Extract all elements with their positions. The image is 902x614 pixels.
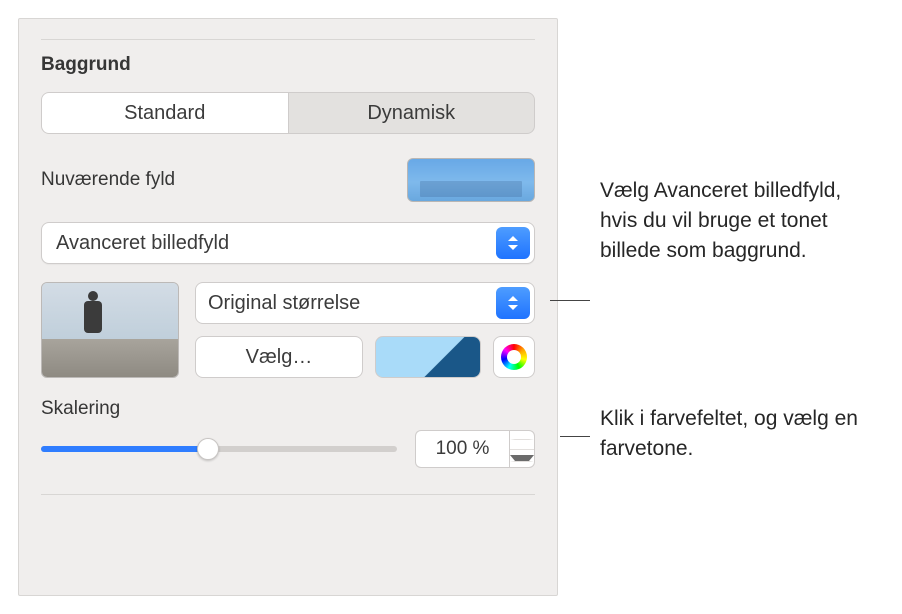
chevron-up-icon [510, 439, 534, 440]
image-well[interactable] [41, 282, 179, 378]
scaling-row: 100 % [41, 430, 535, 468]
current-fill-row: Nuværende fyld [41, 158, 535, 202]
image-settings-row: Original størrelse Vælg… [41, 282, 535, 378]
callout-color-well: Klik i farvefeltet, og vælg en farvetone… [600, 404, 880, 464]
background-mode-segmented: Standard Dynamisk [41, 92, 535, 134]
scaling-label: Skalering [41, 398, 535, 420]
scale-mode-popup[interactable]: Original størrelse [195, 282, 535, 324]
slider-fill [41, 446, 208, 452]
stepper-down-button[interactable] [510, 450, 534, 468]
section-title-background: Baggrund [41, 54, 535, 76]
fill-type-popup[interactable]: Avanceret billedfyld [41, 222, 535, 264]
updown-caret-icon [496, 287, 530, 319]
tint-color-well[interactable] [375, 336, 481, 378]
stepper-buttons [509, 430, 535, 468]
choose-image-button[interactable]: Vælg… [195, 336, 363, 378]
callout-fill-type: Vælg Avanceret billedfyld, hvis du vil b… [600, 176, 880, 265]
image-controls: Original størrelse Vælg… [195, 282, 535, 378]
color-picker-button[interactable] [493, 336, 535, 378]
scaling-stepper: 100 % [415, 430, 535, 468]
updown-caret-icon [496, 227, 530, 259]
fill-type-value: Avanceret billedfyld [56, 232, 229, 255]
current-fill-label: Nuværende fyld [41, 169, 175, 191]
choose-button-label: Vælg… [246, 346, 313, 369]
current-fill-thumbnail[interactable] [407, 158, 535, 202]
slider-thumb[interactable] [197, 438, 219, 460]
segment-standard-label: Standard [124, 102, 205, 125]
segment-dynamic-label: Dynamisk [367, 102, 455, 125]
divider-bottom [41, 494, 535, 495]
color-wheel-icon [501, 344, 527, 370]
scale-mode-value: Original størrelse [208, 292, 360, 315]
stepper-up-button[interactable] [510, 431, 534, 450]
divider-top [41, 39, 535, 40]
choose-and-color-row: Vælg… [195, 336, 535, 378]
callout-leader-2 [560, 436, 590, 437]
background-panel: Baggrund Standard Dynamisk Nuværende fyl… [18, 18, 558, 596]
chevron-down-icon [510, 455, 534, 462]
scaling-field[interactable]: 100 % [415, 430, 509, 468]
scaling-value: 100 % [436, 438, 490, 460]
scaling-slider[interactable] [41, 433, 397, 465]
segment-standard[interactable]: Standard [41, 92, 289, 134]
segment-dynamic[interactable]: Dynamisk [289, 92, 536, 134]
callout-leader-1 [550, 300, 590, 301]
